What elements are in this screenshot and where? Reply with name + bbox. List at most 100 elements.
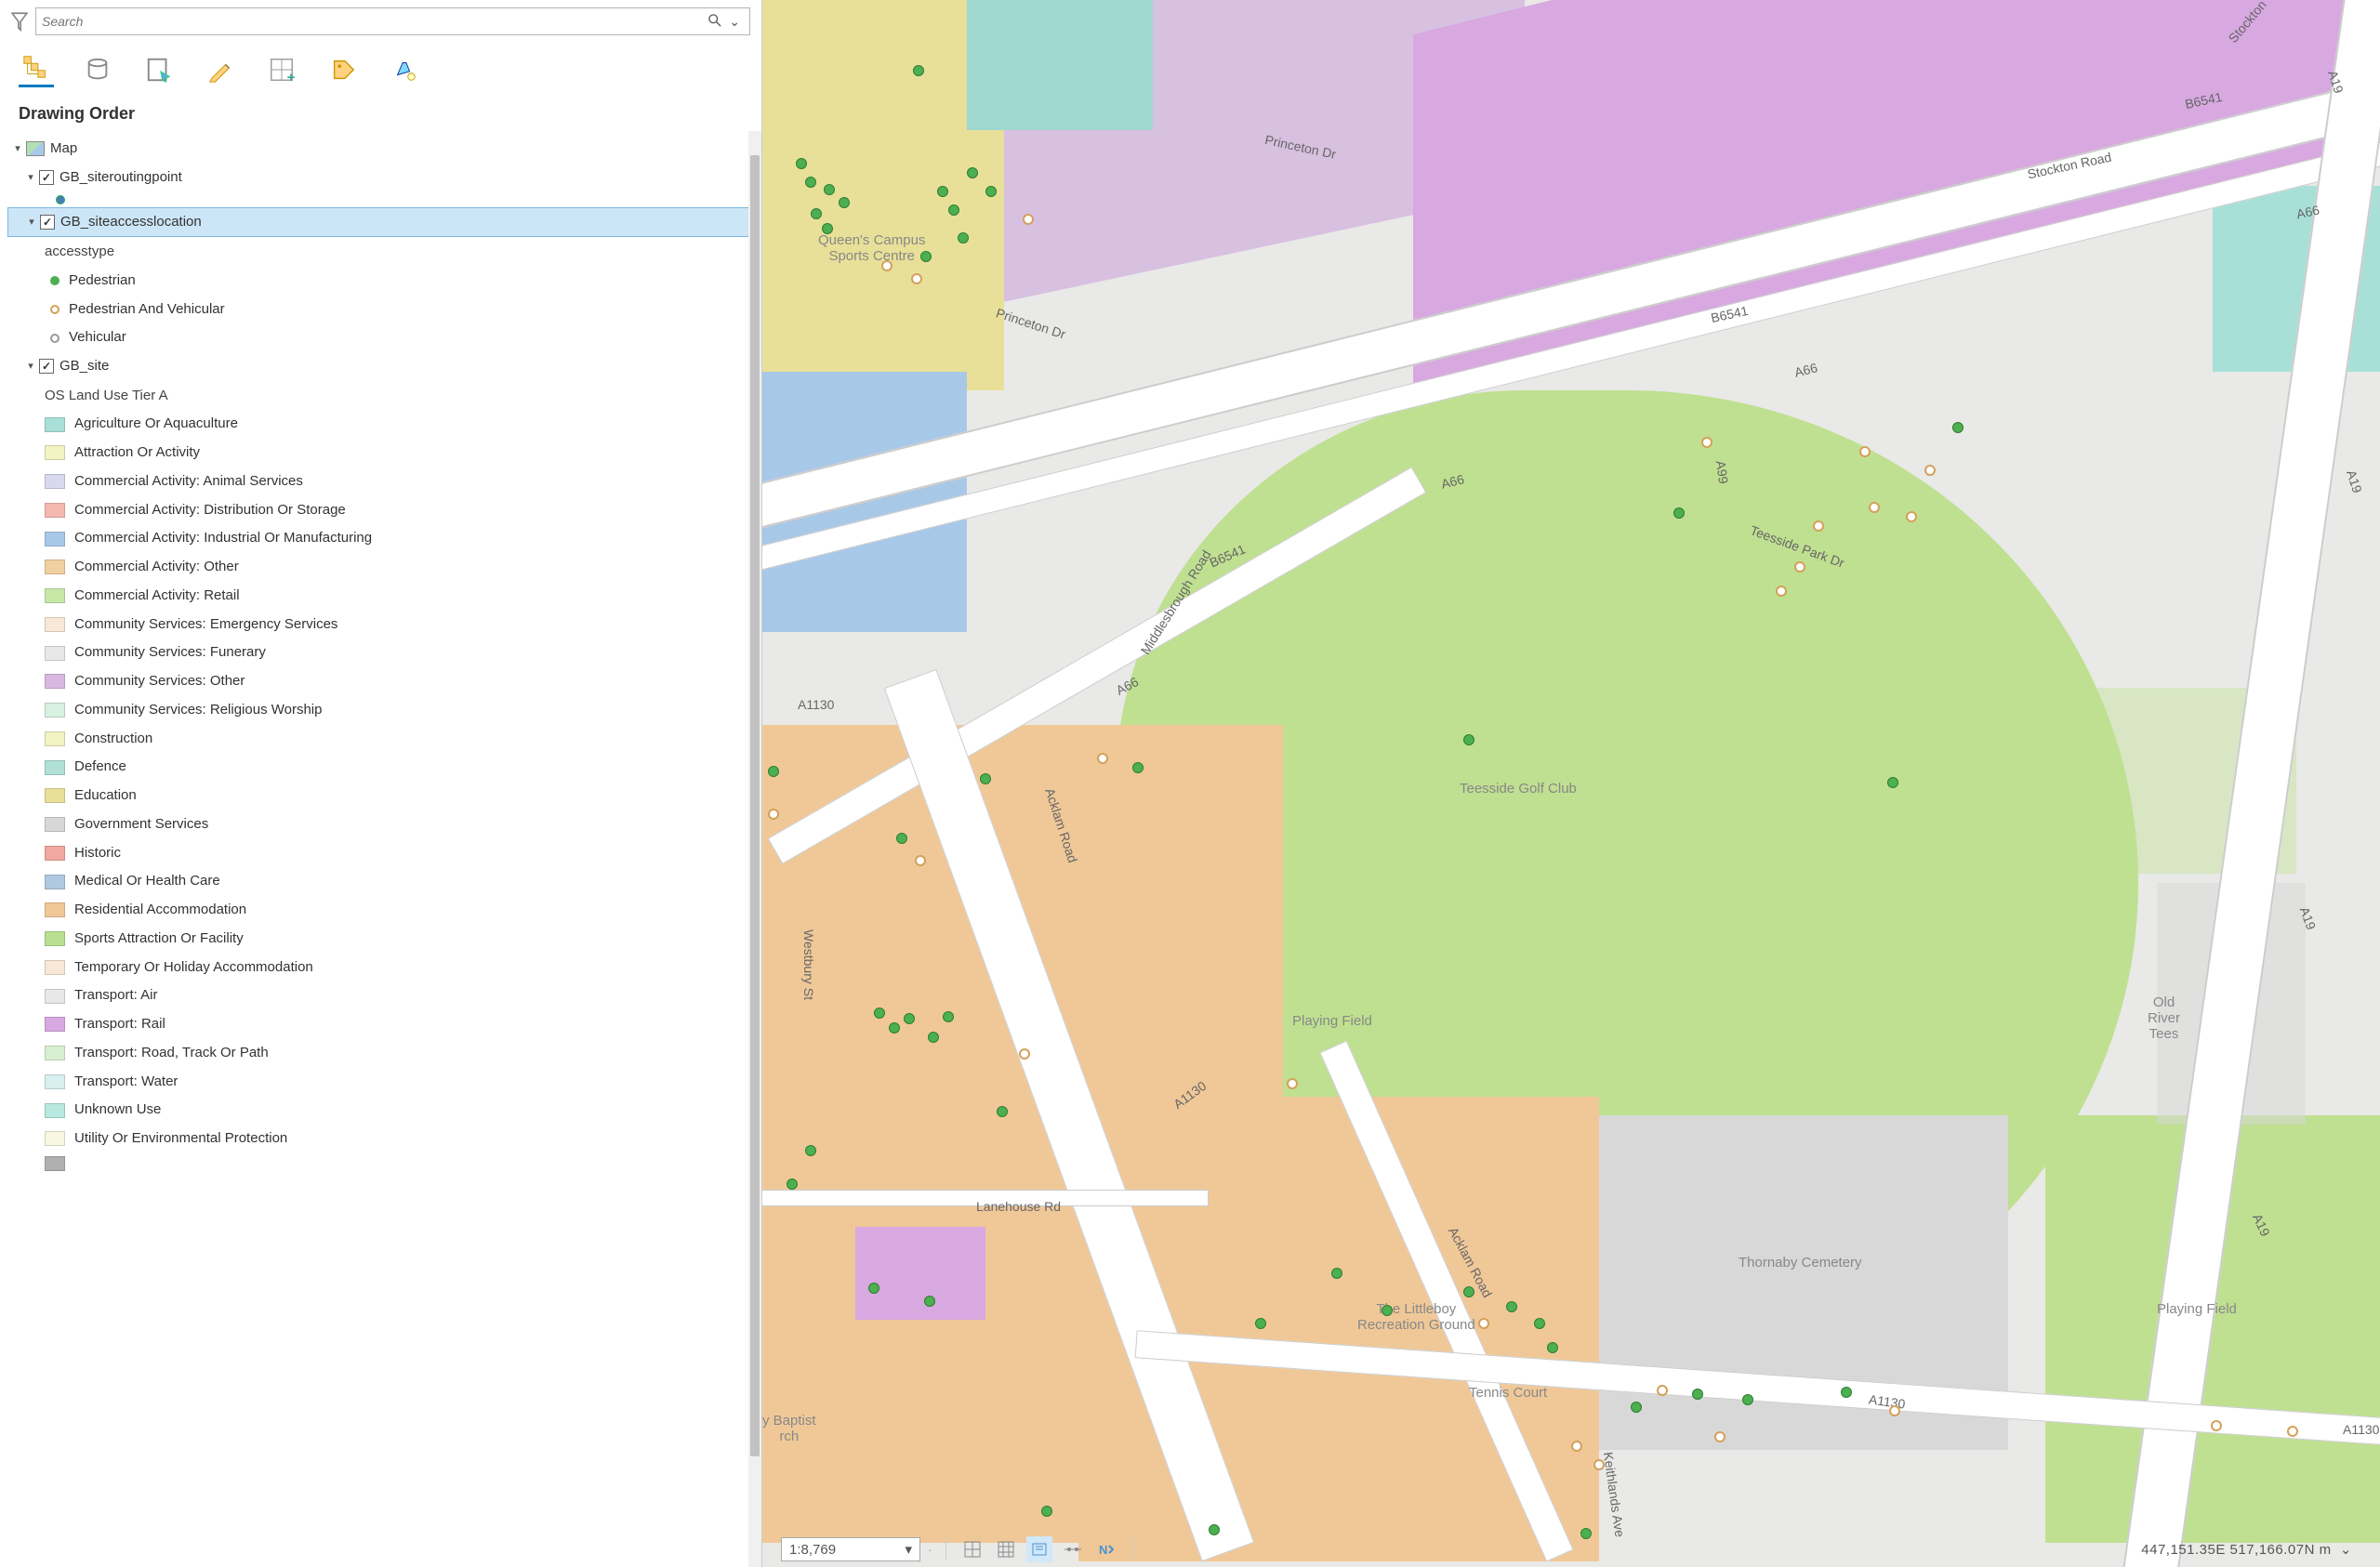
access-point (913, 65, 924, 76)
layer-siteroutingpoint[interactable]: GB_siteroutingpoint (7, 164, 754, 192)
class-label: Commercial Activity: Retail (74, 585, 240, 608)
map-view[interactable]: Princeton DrPrinceton DrStockton RoadA66… (762, 0, 2380, 1567)
list-by-snapping-button[interactable]: + (264, 52, 299, 87)
class-row[interactable]: Transport: Road, Track Or Path (7, 1039, 754, 1068)
class-row[interactable]: Commercial Activity: Distribution Or Sto… (7, 496, 754, 525)
access-point (997, 1106, 1008, 1117)
access-point (811, 208, 822, 219)
layer-label: GB_site (60, 355, 109, 378)
expand-icon[interactable] (24, 169, 37, 186)
scale-selector[interactable]: 1:8,769 ▾ (781, 1537, 920, 1561)
correction-button[interactable]: N (1093, 1536, 1119, 1562)
search-input-wrap[interactable]: ⌄ (35, 7, 750, 35)
access-point (805, 1145, 816, 1156)
access-point (1463, 1286, 1474, 1297)
filter-icon[interactable] (11, 11, 28, 32)
expand-icon[interactable] (24, 358, 37, 375)
expand-icon[interactable] (11, 140, 24, 157)
access-point (1859, 446, 1871, 457)
class-row[interactable] (7, 1153, 754, 1174)
map-node[interactable]: Map (7, 135, 754, 164)
access-point (1692, 1389, 1703, 1400)
access-point (824, 184, 835, 195)
point-symbol (50, 334, 60, 343)
list-by-labeling-button[interactable] (325, 52, 361, 87)
expand-icon[interactable] (25, 214, 38, 230)
class-label: Commercial Activity: Industrial Or Manuf… (74, 527, 372, 550)
access-point (1547, 1342, 1558, 1353)
symbol-row[interactable]: Pedestrian And Vehicular (7, 296, 754, 324)
access-point (1382, 1305, 1393, 1316)
color-swatch (45, 703, 65, 718)
access-point (967, 167, 978, 178)
class-label: Defence (74, 756, 126, 779)
layer-gb-site[interactable]: GB_site (7, 352, 754, 381)
access-point (1673, 507, 1685, 519)
class-row[interactable]: Historic (7, 839, 754, 868)
class-row[interactable]: Transport: Rail (7, 1010, 754, 1039)
class-row[interactable]: Sports Attraction Or Facility (7, 925, 754, 954)
color-swatch (45, 902, 65, 917)
access-point (1132, 762, 1144, 773)
class-row[interactable]: Commercial Activity: Retail (7, 582, 754, 611)
symbol-routing-point[interactable] (7, 192, 754, 207)
class-row[interactable]: Transport: Air (7, 981, 754, 1010)
grid-button[interactable] (993, 1536, 1019, 1562)
list-by-drawing-order-button[interactable] (19, 52, 54, 87)
access-point (920, 251, 932, 262)
symbol-row[interactable]: Pedestrian (7, 267, 754, 296)
class-row[interactable]: Community Services: Other (7, 667, 754, 696)
scrollbar[interactable] (748, 131, 761, 1567)
dynamic-constraints-button[interactable] (1026, 1536, 1052, 1562)
drawing-order-title: Drawing Order (0, 95, 761, 131)
class-row[interactable]: Community Services: Religious Worship (7, 696, 754, 725)
access-point (1571, 1441, 1582, 1452)
access-point (1534, 1318, 1545, 1329)
color-swatch (45, 1156, 65, 1171)
chevron-down-icon[interactable]: ▾ (905, 1541, 912, 1558)
list-by-perspective-button[interactable] (387, 52, 422, 87)
access-point (928, 1032, 939, 1043)
class-row[interactable]: Unknown Use (7, 1096, 754, 1125)
layer-siteaccesslocation[interactable]: GB_siteaccesslocation (7, 207, 754, 238)
chevron-down-icon[interactable]: ⌄ (725, 14, 744, 30)
class-label: Historic (74, 842, 121, 865)
class-row[interactable]: Utility Or Environmental Protection (7, 1125, 754, 1153)
class-label: Community Services: Emergency Services (74, 613, 337, 637)
list-by-selection-button[interactable] (141, 52, 177, 87)
class-row[interactable]: Education (7, 782, 754, 810)
access-point (805, 177, 816, 188)
visibility-checkbox[interactable] (39, 170, 54, 185)
visibility-checkbox[interactable] (39, 359, 54, 374)
search-input[interactable] (42, 14, 705, 29)
class-row[interactable]: Community Services: Emergency Services (7, 611, 754, 639)
class-row[interactable]: Community Services: Funerary (7, 639, 754, 667)
access-point (787, 1179, 798, 1190)
snap-to-grid-button[interactable] (959, 1536, 985, 1562)
class-row[interactable]: Defence (7, 753, 754, 782)
scroll-thumb[interactable] (750, 155, 760, 1456)
visibility-checkbox[interactable] (40, 215, 55, 230)
list-by-data-source-button[interactable] (80, 52, 115, 87)
class-row[interactable]: Commercial Activity: Industrial Or Manuf… (7, 524, 754, 553)
class-row[interactable]: Construction (7, 725, 754, 754)
class-label: Transport: Water (74, 1071, 178, 1094)
class-label: Transport: Rail (74, 1013, 165, 1036)
class-row[interactable]: Agriculture Or Aquaculture (7, 410, 754, 439)
class-row[interactable]: Transport: Water (7, 1068, 754, 1097)
class-row[interactable]: Medical Or Health Care (7, 867, 754, 896)
layer-label: GB_siteaccesslocation (60, 211, 202, 234)
class-row[interactable]: Commercial Activity: Animal Services (7, 467, 754, 496)
class-label: Construction (74, 728, 152, 751)
class-row[interactable]: Attraction Or Activity (7, 439, 754, 467)
layer-tree[interactable]: Map GB_siteroutingpoint GB_siteaccessloc… (0, 131, 761, 1567)
search-icon[interactable] (705, 14, 725, 30)
class-row[interactable]: Temporary Or Holiday Accommodation (7, 954, 754, 982)
class-row[interactable]: Government Services (7, 810, 754, 839)
inference-constraints-button[interactable] (1060, 1536, 1086, 1562)
symbol-row[interactable]: Vehicular (7, 323, 754, 352)
class-row[interactable]: Commercial Activity: Other (7, 553, 754, 582)
class-row[interactable]: Residential Accommodation (7, 896, 754, 925)
list-by-editing-button[interactable] (203, 52, 238, 87)
color-swatch (45, 931, 65, 946)
